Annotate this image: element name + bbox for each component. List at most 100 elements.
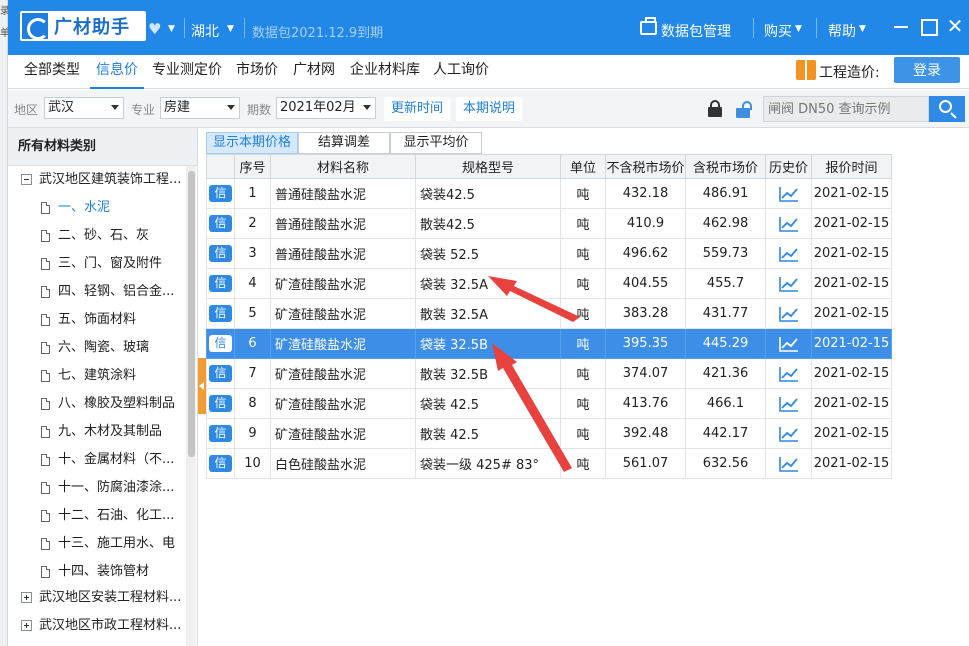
lock-icon[interactable] <box>708 100 722 117</box>
info-badge[interactable]: 信 <box>209 215 232 232</box>
column-header-price-in-tax[interactable]: 含税市场价 <box>685 154 766 179</box>
history-cell[interactable] <box>765 388 812 419</box>
column-header-spec[interactable]: 规格型号 <box>415 154 561 179</box>
login-button[interactable]: 登录 <box>894 57 960 83</box>
history-cell[interactable] <box>765 208 812 239</box>
help-menu[interactable]: 帮助 <box>828 21 856 41</box>
search-input[interactable] <box>763 96 929 122</box>
history-cell[interactable] <box>765 358 812 389</box>
expand-icon[interactable] <box>21 592 32 603</box>
trend-chart-icon[interactable] <box>778 456 799 472</box>
tab-current-price[interactable]: 显示本期价格 <box>206 132 298 154</box>
trend-chart-icon[interactable] <box>778 306 799 322</box>
tab-gcw[interactable]: 广材网 <box>287 55 341 87</box>
package-manage-button[interactable]: 数据包管理 <box>661 21 731 41</box>
column-header-date[interactable]: 报价时间 <box>811 154 892 179</box>
column-header-unit[interactable]: 单位 <box>560 154 606 179</box>
tab-average-price[interactable]: 显示平均价 <box>390 132 482 154</box>
info-badge[interactable]: 信 <box>209 455 232 472</box>
sidebar-scroll-thumb[interactable] <box>188 171 195 457</box>
info-badge[interactable]: 信 <box>209 245 232 262</box>
info-badge[interactable]: 信 <box>209 185 232 202</box>
tree-node-municipal[interactable]: 武汉地区市政工程材料... <box>8 612 186 640</box>
tree-node[interactable]: 五、饰面材料 <box>8 306 186 334</box>
info-badge[interactable]: 信 <box>209 275 232 292</box>
tree-node[interactable]: 七、建筑涂料 <box>8 362 186 390</box>
maximize-icon[interactable] <box>918 16 938 36</box>
region-dropdown-caret-icon[interactable]: ▼ <box>227 24 234 34</box>
info-badge[interactable]: 信 <box>209 425 232 442</box>
trend-chart-icon[interactable] <box>778 366 799 382</box>
tree-node[interactable]: 十三、施工用水、电 <box>8 530 186 558</box>
trend-chart-icon[interactable] <box>778 426 799 442</box>
info-badge[interactable]: 信 <box>209 365 232 382</box>
collapse-icon[interactable] <box>21 174 32 185</box>
tree-node-installation[interactable]: 武汉地区安装工程材料... <box>8 584 186 612</box>
table-row[interactable]: 信 5 矿渣硅酸盐水泥 散装 32.5A 吨 383.28 431.77 2021-02-15 <box>206 298 892 329</box>
tree-node[interactable]: 三、门、窗及附件 <box>8 250 186 278</box>
tree-node[interactable]: 四、轻钢、铝合金... <box>8 278 186 306</box>
region-select[interactable]: 武汉 <box>44 97 124 119</box>
history-cell[interactable] <box>765 178 812 209</box>
history-cell[interactable] <box>765 268 812 299</box>
history-cell[interactable] <box>765 298 812 329</box>
close-icon[interactable]: ✕ <box>945 16 965 36</box>
tree-node[interactable]: 十、金属材料（不... <box>8 446 186 474</box>
buy-menu[interactable]: 购买 <box>764 21 792 41</box>
search-button[interactable] <box>929 96 965 122</box>
minimize-icon[interactable] <box>891 16 911 36</box>
history-cell[interactable] <box>765 238 812 269</box>
region-selector[interactable]: 湖北 <box>191 21 219 41</box>
favorite-dropdown-caret-icon[interactable]: ▼ <box>168 24 175 34</box>
help-dropdown-caret-icon[interactable]: ▼ <box>859 24 866 34</box>
trend-chart-icon[interactable] <box>778 336 799 352</box>
table-row[interactable]: 信 4 矿渣硅酸盐水泥 袋装 32.5A 吨 404.55 455.7 2021-02-15 <box>206 268 892 299</box>
info-badge[interactable]: 信 <box>209 305 232 322</box>
tab-professional-price[interactable]: 专业测定价 <box>146 55 228 87</box>
period-note-button[interactable]: 本期说明 <box>456 97 523 121</box>
tab-settlement-adjust[interactable]: 结算调差 <box>298 132 390 154</box>
tab-info-price[interactable]: 信息价 <box>90 55 144 89</box>
unlock-icon[interactable] <box>736 101 752 118</box>
tree-node[interactable]: 六、陶瓷、玻璃 <box>8 334 186 362</box>
favorite-heart-icon[interactable]: ♥ <box>148 20 161 38</box>
table-row[interactable]: 信 3 普通硅酸盐水泥 袋装 52.5 吨 496.62 559.73 2021-02-15 <box>206 238 892 269</box>
tree-node-cement[interactable]: 一、水泥 <box>8 194 186 222</box>
info-badge[interactable]: 信 <box>209 335 232 352</box>
column-header-price-ex-tax[interactable]: 不含税市场价 <box>605 154 686 179</box>
tab-market-price[interactable]: 市场价 <box>230 55 284 87</box>
major-select[interactable]: 房建 <box>160 97 240 119</box>
table-row[interactable]: 信 6 矿渣硅酸盐水泥 袋装 32.5B 吨 395.35 445.29 2021-02-15 <box>206 328 892 359</box>
table-row[interactable]: 信 2 普通硅酸盐水泥 散装42.5 吨 410.9 462.98 2021-02-15 <box>206 208 892 239</box>
history-cell[interactable] <box>765 448 812 479</box>
tree-node[interactable]: 十四、装饰管材 <box>8 558 186 586</box>
tab-enterprise-library[interactable]: 企业材料库 <box>344 55 426 87</box>
trend-chart-icon[interactable] <box>778 276 799 292</box>
tree-node[interactable]: 八、橡胶及塑料制品 <box>8 390 186 418</box>
tree-node[interactable]: 十二、石油、化工... <box>8 502 186 530</box>
tree-node[interactable]: 十一、防腐油漆涂... <box>8 474 186 502</box>
tree-node[interactable]: 二、砂、石、灰 <box>8 222 186 250</box>
info-badge[interactable]: 信 <box>209 395 232 412</box>
expand-icon[interactable] <box>21 620 32 631</box>
history-cell[interactable] <box>765 418 812 449</box>
briefcase-icon[interactable] <box>640 17 657 35</box>
column-header-name[interactable]: 材料名称 <box>270 154 416 179</box>
history-cell[interactable] <box>765 328 812 359</box>
trend-chart-icon[interactable] <box>778 216 799 232</box>
tree-node-building[interactable]: 武汉地区建筑装饰工程... <box>8 166 186 194</box>
trend-chart-icon[interactable] <box>778 246 799 262</box>
tab-all-types[interactable]: 全部类型 <box>18 55 86 87</box>
trend-chart-icon[interactable] <box>778 186 799 202</box>
table-row[interactable]: 信 7 矿渣硅酸盐水泥 散装 32.5B 吨 374.07 421.36 2021-02-15 <box>206 358 892 389</box>
table-row[interactable]: 信 1 普通硅酸盐水泥 袋装42.5 吨 432.18 486.91 2021-02-15 <box>206 178 892 209</box>
trend-chart-icon[interactable] <box>778 396 799 412</box>
period-select[interactable]: 2021年02月 <box>276 97 376 119</box>
tree-node[interactable]: 九、木材及其制品 <box>8 418 186 446</box>
column-header-history[interactable]: 历史价 <box>765 154 812 179</box>
table-row[interactable]: 信 9 矿渣硅酸盐水泥 散装 42.5 吨 392.48 442.17 2021-02-15 <box>206 418 892 449</box>
buy-dropdown-caret-icon[interactable]: ▼ <box>795 24 802 34</box>
column-header-no[interactable]: 序号 <box>234 154 271 179</box>
update-time-button[interactable]: 更新时间 <box>384 97 451 121</box>
sidebar-collapse-handle[interactable] <box>198 358 206 414</box>
